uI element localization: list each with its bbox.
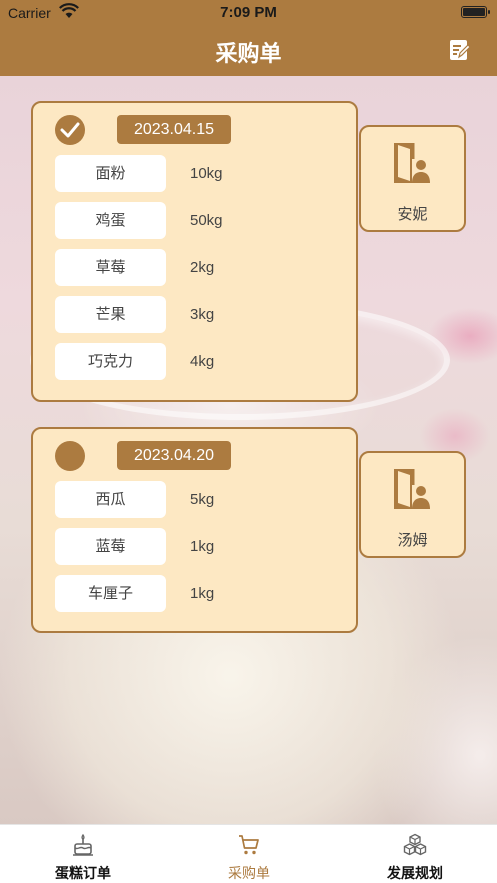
item-name: 鸡蛋: [55, 202, 166, 239]
item-name: 芒果: [55, 296, 166, 333]
tab-cake-orders[interactable]: 蛋糕订单: [0, 825, 166, 883]
tab-bar: 蛋糕订单 采购单 发展规划: [0, 824, 497, 883]
item-name: 蓝莓: [55, 528, 166, 565]
order-checkbox-checked[interactable]: [55, 115, 85, 145]
assignee-name: 安妮: [397, 205, 428, 223]
status-bar: Carrier 7:09 PM: [0, 0, 497, 26]
assignee-door-icon: [394, 469, 430, 509]
item-name: 西瓜: [55, 481, 166, 518]
edit-note-icon[interactable]: [449, 39, 471, 61]
tab-label: 采购单: [228, 866, 270, 882]
assignee-door-icon: [394, 143, 430, 183]
order-date: 2023.04.15: [117, 115, 231, 144]
status-time: 7:09 PM: [220, 4, 277, 21]
order-checkbox-unchecked[interactable]: [55, 441, 85, 471]
order-card: 2023.04.15 面粉 10kg 鸡蛋 50kg 草莓 2kg 芒果 3kg…: [31, 101, 358, 402]
item-quantity: 1kg: [190, 585, 215, 602]
cart-icon: [239, 835, 259, 855]
item-quantity: 10kg: [190, 165, 223, 182]
battery-icon: [461, 6, 490, 18]
item-name: 巧克力: [55, 343, 166, 380]
item-quantity: 3kg: [190, 306, 215, 323]
page-title: 采购单: [215, 42, 282, 67]
item-quantity: 4kg: [190, 353, 215, 370]
tab-label: 发展规划: [387, 866, 443, 882]
tab-purchase-orders[interactable]: 采购单: [166, 825, 332, 883]
navigation-bar: Carrier 7:09 PM 采购单: [0, 0, 497, 76]
assignee-button[interactable]: 汤姆: [359, 451, 466, 558]
checkmark-icon: [60, 122, 80, 138]
tab-development-plan[interactable]: 发展规划: [332, 825, 497, 883]
item-name: 面粉: [55, 155, 166, 192]
assignee-button[interactable]: 安妮: [359, 125, 466, 232]
order-date: 2023.04.20: [117, 441, 231, 470]
item-quantity: 2kg: [190, 259, 215, 276]
item-quantity: 5kg: [190, 491, 215, 508]
assignee-name: 汤姆: [397, 531, 428, 549]
cake-icon: [73, 833, 93, 856]
item-quantity: 1kg: [190, 538, 215, 555]
item-name: 草莓: [55, 249, 166, 286]
item-quantity: 50kg: [190, 212, 223, 229]
cubes-icon: [403, 833, 427, 856]
item-name: 车厘子: [55, 575, 166, 612]
tab-label: 蛋糕订单: [55, 866, 111, 882]
order-card: 2023.04.20 西瓜 5kg 蓝莓 1kg 车厘子 1kg: [31, 427, 358, 633]
